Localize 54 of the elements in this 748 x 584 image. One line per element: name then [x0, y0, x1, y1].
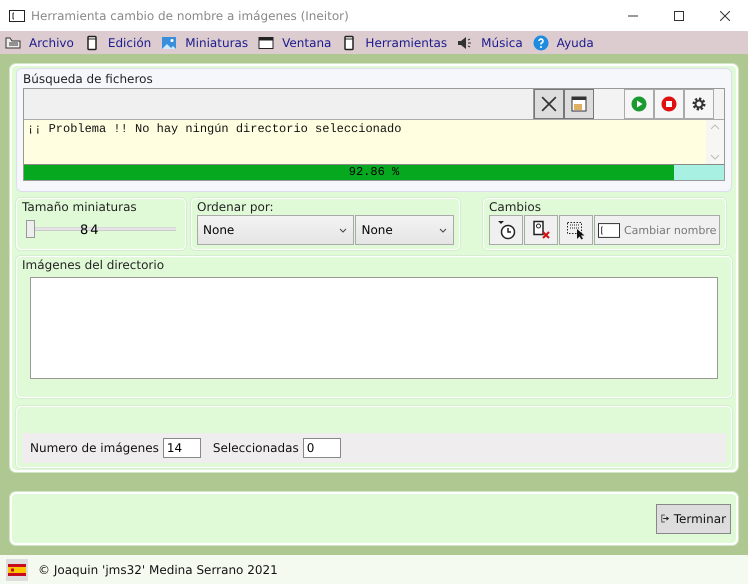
chevron-icon: [439, 228, 447, 232]
sort-dropdown[interactable]: None: [197, 215, 354, 245]
menu-item[interactable]: Edición: [108, 36, 152, 50]
play-icon: [631, 96, 647, 112]
window-icon: [258, 34, 274, 50]
sort-dropdown[interactable]: None: [355, 215, 454, 245]
group-title: Búsqueda de ficheros: [23, 71, 153, 87]
settings-button[interactable]: [684, 89, 714, 119]
menu-item[interactable]: Archivo: [29, 36, 74, 50]
menu-item[interactable]: Ventana: [282, 36, 332, 50]
progress-reading: 92.86 %: [348, 165, 400, 180]
browse-button[interactable]: [564, 89, 594, 119]
window-title: Herramienta cambio de nombre a imágenes (Ineitor): [31, 8, 349, 22]
folder-window-icon: [571, 96, 587, 112]
message-text: ¡¡ Problema !! No hay ningún directorio seleccionado: [26, 121, 402, 138]
close-icon[interactable]: [720, 10, 730, 20]
count-field[interactable]: 0: [302, 438, 341, 458]
menu-item[interactable]: Música: [481, 36, 523, 50]
image-list[interactable]: [30, 277, 718, 379]
settings-icon: [691, 96, 707, 112]
group-title: Cambios: [489, 199, 541, 215]
filter-clock-icon: [496, 220, 516, 240]
speaker-icon: [457, 34, 474, 50]
group-title: Imágenes del directorio: [22, 257, 164, 273]
finish-button[interactable]: Terminar: [656, 504, 731, 534]
slider-value: 84: [80, 222, 101, 238]
count-label: Seleccionadas: [212, 441, 299, 455]
group-title: Tamaño miniaturas: [22, 199, 137, 215]
flag-icon: [6, 558, 28, 580]
text-field-icon: [598, 222, 620, 238]
chevron-icon: [339, 228, 348, 232]
group-title: Ordenar por:: [197, 199, 274, 215]
date-button[interactable]: [489, 215, 523, 245]
folder-icon: [5, 34, 21, 50]
help-icon: [532, 34, 549, 50]
stop-icon: [661, 96, 677, 112]
select-button[interactable]: [559, 215, 593, 245]
maximize-icon[interactable]: [674, 10, 684, 20]
remove-button[interactable]: [524, 215, 558, 245]
image-icon: [161, 34, 178, 50]
count-label: Numero de imágenes: [30, 441, 159, 455]
copyright-text: © Joaquin 'jms32' Medina Serrano 2021: [38, 562, 278, 576]
rename-button[interactable]: Cambiar nombre: [594, 215, 720, 245]
menu-item[interactable]: Miniaturas: [185, 36, 248, 50]
close-icon: [541, 96, 557, 112]
app-icon: [9, 10, 25, 22]
slider-thumb[interactable]: [26, 220, 35, 238]
stop-button[interactable]: [654, 89, 684, 119]
clear-button[interactable]: [534, 89, 564, 119]
count-field[interactable]: 14: [162, 438, 201, 458]
menu-item[interactable]: Herramientas: [365, 36, 448, 50]
start-button[interactable]: [624, 89, 654, 119]
menu-item[interactable]: Ayuda: [556, 36, 594, 50]
selection-cursor-icon: [566, 220, 586, 240]
